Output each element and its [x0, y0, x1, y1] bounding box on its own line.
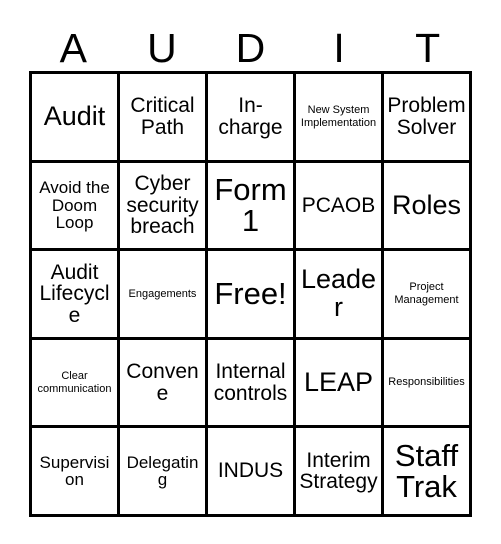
- bingo-cell-free-space[interactable]: Free!: [208, 251, 296, 337]
- bingo-header-letter-2: D: [235, 25, 266, 71]
- bingo-cell-label: In- charge: [218, 94, 283, 139]
- bingo-cell-0-0[interactable]: Audit: [32, 74, 120, 160]
- bingo-cell-label: Free!: [214, 276, 287, 312]
- bingo-grid: Audit Critical Path In- charge New System I…: [29, 71, 472, 517]
- bingo-cell-label: Cyber security breach: [126, 172, 199, 239]
- bingo-cell-4-4[interactable]: Staff Trak: [384, 428, 469, 514]
- bingo-cell-label: Internal controls: [213, 360, 288, 405]
- bingo-cell-label: Engagements: [128, 287, 197, 300]
- bingo-cell-4-1[interactable]: Delegating: [120, 428, 208, 514]
- bingo-header-letters: AUDIT: [29, 22, 472, 71]
- bingo-cell-label: Supervision: [39, 452, 110, 490]
- bingo-cell-1-4[interactable]: Roles: [384, 162, 469, 249]
- bingo-cell-4-3[interactable]: Interim Strategy: [296, 428, 384, 514]
- bingo-cell-1-3[interactable]: PCAOB: [296, 162, 384, 249]
- bingo-row: Audit Critical Path In- charge New System I…: [32, 74, 469, 163]
- bingo-cell-3-2[interactable]: Internal controls: [208, 339, 296, 426]
- bingo-row: Audit Lifecycle Engagements Free! Leader Pro…: [32, 251, 469, 340]
- bingo-cell-label: Staff Trak: [394, 437, 459, 505]
- bingo-header-letter-1: U: [147, 25, 177, 71]
- bingo-cell-label: Roles: [391, 189, 462, 220]
- bingo-cell-0-3[interactable]: New System Implementation: [296, 74, 384, 160]
- bingo-cell-label: Leader: [300, 264, 377, 322]
- bingo-cell-3-4[interactable]: Responsibilities: [384, 339, 469, 426]
- bingo-cell-label: Delegating: [126, 452, 199, 490]
- bingo-cell-0-1[interactable]: Critical Path: [120, 74, 208, 160]
- bingo-cell-0-4[interactable]: Problem Solver: [384, 74, 469, 160]
- bingo-cell-label: INDUS: [217, 459, 284, 483]
- bingo-cell-label: Critical Path: [130, 94, 195, 139]
- bingo-cell-label: New System Implementation: [300, 104, 377, 129]
- bingo-cell-4-2[interactable]: INDUS: [208, 428, 296, 514]
- bingo-cell-label: Audit Lifecycle: [39, 260, 110, 327]
- bingo-cell-3-1[interactable]: Convene: [120, 339, 208, 426]
- bingo-cell-label: Project Management: [394, 281, 459, 306]
- bingo-cell-1-0[interactable]: Avoid the Doom Loop: [32, 162, 120, 249]
- bingo-cell-label: PCAOB: [301, 193, 376, 217]
- bingo-cell-1-2[interactable]: Form 1: [208, 162, 296, 249]
- bingo-cell-3-3[interactable]: LEAP: [296, 339, 384, 426]
- bingo-cell-label: Avoid the Doom Loop: [39, 178, 110, 233]
- bingo-header-letter-3: I: [333, 25, 345, 71]
- bingo-card: A U D I T Audit Critical Path In- charge New Sy…: [0, 0, 501, 544]
- bingo-cell-label: Clear communication: [37, 369, 112, 395]
- bingo-cell-2-4[interactable]: Project Management: [384, 251, 469, 337]
- bingo-cell-label: Problem Solver: [387, 94, 466, 139]
- bingo-header-letter-4: T: [415, 25, 441, 71]
- bingo-cell-label: Interim Strategy: [299, 448, 378, 494]
- bingo-cell-2-0[interactable]: Audit Lifecycle: [32, 251, 120, 337]
- bingo-cell-label: LEAP: [303, 366, 374, 397]
- bingo-cell-1-1[interactable]: Cyber security breach: [120, 162, 208, 249]
- bingo-row: Avoid the Doom Loop Cyber security breach…: [32, 162, 469, 252]
- bingo-row: Supervision Delegating INDUS Interim Strate…: [32, 428, 469, 514]
- bingo-row: Clear communication Convene Internal contr…: [32, 339, 469, 429]
- bingo-cell-label: Audit: [43, 101, 106, 132]
- bingo-cell-label: Convene: [126, 360, 199, 405]
- bingo-cell-0-2[interactable]: In- charge: [208, 74, 296, 160]
- bingo-cell-label: Form 1: [214, 171, 287, 239]
- bingo-cell-2-1[interactable]: Engagements: [120, 251, 208, 337]
- bingo-cell-label: Responsibilities: [388, 376, 465, 389]
- bingo-header-letter-0: A: [59, 25, 87, 71]
- bingo-cell-2-3[interactable]: Leader: [296, 251, 384, 337]
- bingo-cell-3-0[interactable]: Clear communication: [32, 339, 120, 426]
- bingo-cell-4-0[interactable]: Supervision: [32, 428, 120, 514]
